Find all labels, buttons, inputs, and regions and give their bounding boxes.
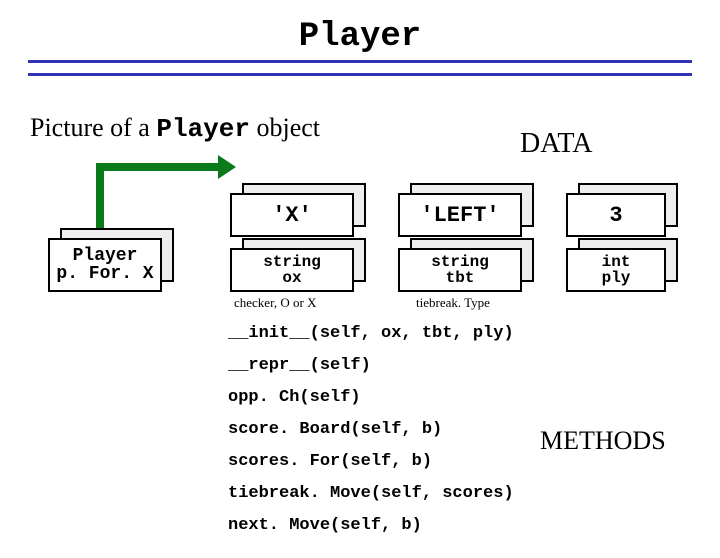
subtitle: Picture of a Player object [30,113,320,144]
attr-name-tbt: tbt [446,270,475,286]
subtitle-suffix: object [250,113,320,142]
method-tiebreakmove: tiebreak. Move(self, scores) [228,478,514,510]
methods-section-label: METHODS [540,426,666,456]
attr-type-ply: int [602,254,631,270]
pointer-arrow-vertical [96,163,104,236]
value-ply: 3 [609,203,622,228]
method-scoreboard: score. Board(self, b) [228,414,514,446]
method-init: __init__(self, ox, tbt, ply) [228,318,514,350]
subtitle-prefix: Picture of a [30,113,156,142]
pointer-arrow-horizontal [96,163,218,171]
attr-type-ox: string [263,254,321,270]
pointer-arrow-head-icon [218,155,236,179]
data-section-label: DATA [520,128,592,160]
method-repr: __repr__(self) [228,350,514,382]
title-rule [28,60,692,76]
method-scoresfor: scores. For(self, b) [228,446,514,478]
methods-list: __init__(self, ox, tbt, ply) __repr__(se… [228,318,514,542]
attr-name-ox: ox [282,270,301,286]
caption-tbt: tiebreak. Type [416,295,490,311]
attr-type-tbt: string [431,254,489,270]
method-oppch: opp. Ch(self) [228,382,514,414]
value-tbt: 'LEFT' [420,203,499,228]
attr-name-ply: ply [602,270,631,286]
method-nextmove: next. Move(self, b) [228,510,514,542]
player-box-line1: Player [73,247,138,265]
subtitle-mono: Player [156,114,250,144]
caption-ox: checker, O or X [234,295,317,311]
slide-title: Player [0,18,720,56]
value-ox: 'X' [272,203,312,228]
player-box-line2: p. For. X [56,265,153,283]
